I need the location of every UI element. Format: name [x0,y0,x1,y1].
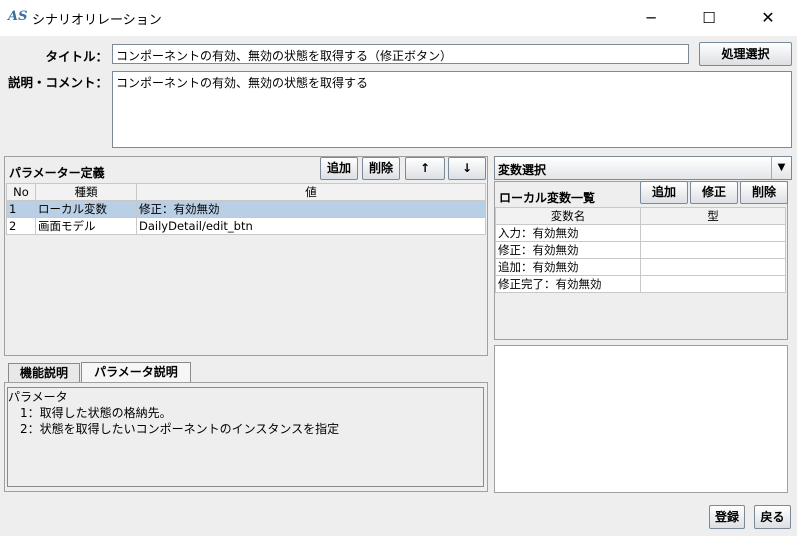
local-variables-table: 変数名 型 入力：有効無効 修正：有効無効 追加：有効無効 修正完了：有効無効 [495,207,786,293]
as-logo-icon: AS [8,9,28,24]
table-row[interactable]: 1 ローカル変数 修正：有効無効 [6,200,486,218]
table-row[interactable]: 2 画面モデル DailyDetail/edit_btn [6,217,486,235]
table-row[interactable]: 追加：有効無効 [495,258,786,276]
cell-type [640,258,786,276]
var-edit-button[interactable]: 修正 [690,181,738,204]
parameter-panel-title: パラメーター定義 [9,166,105,180]
cell-kind: ローカル変数 [35,200,137,218]
cell-no: 2 [6,217,36,235]
cell-type [640,275,786,293]
column-header-value[interactable]: 値 [136,183,486,201]
description-textarea[interactable]: コンポーネントの有効、無効の状態を取得する [112,71,792,148]
back-button[interactable]: 戻る [754,505,791,529]
cell-var-name: 追加：有効無効 [495,258,641,276]
tab-parameter-description[interactable]: パラメータ説明 [81,362,191,383]
cell-var-name: 修正完了：有効無効 [495,275,641,293]
column-header-type[interactable]: 型 [640,207,786,225]
minimize-button[interactable]: ─ [628,0,674,36]
variable-select-combobox[interactable]: 変数選択 ▼ [494,156,792,180]
column-header-no[interactable]: No [6,183,36,201]
table-row[interactable]: 修正：有効無効 [495,241,786,259]
process-select-button[interactable]: 処理選択 [699,42,792,66]
table-row[interactable]: 入力：有効無効 [495,224,786,242]
close-button[interactable]: ✕ [745,0,791,36]
var-delete-button[interactable]: 削除 [740,181,788,204]
parameter-description-text: パラメータ 1：取得した状態の格納先。 2：状態を取得したいコンポーネントのイン… [7,387,484,487]
cell-var-name: 入力：有効無効 [495,224,641,242]
table-row[interactable]: 修正完了：有効無効 [495,275,786,293]
chevron-down-icon[interactable]: ▼ [771,157,791,179]
cell-type [640,224,786,242]
param-add-button[interactable]: 追加 [320,157,358,180]
parameter-table: No 種類 値 1 ローカル変数 修正：有効無効 2 画面モデル DailyDe… [6,183,486,235]
description-line: パラメータ [8,390,68,404]
local-variables-title: ローカル変数一覧 [499,191,596,205]
variable-detail-area[interactable] [494,345,788,493]
description-label: 説明・コメント： [7,75,108,90]
cell-no: 1 [6,200,36,218]
param-move-down-button[interactable]: ↓ [448,157,486,180]
arrow-down-icon: ↓ [461,161,473,175]
cell-value: DailyDetail/edit_btn [136,217,486,235]
register-button[interactable]: 登録 [709,505,745,529]
description-line: 1：取得した状態の格納先。 [8,406,172,420]
param-delete-button[interactable]: 削除 [362,157,400,180]
title-field[interactable]: コンポーネントの有効、無効の状態を取得する（修正ボタン） [112,44,689,64]
window-titlebar: AS シナリオリレーション ─ ☐ ✕ [0,0,797,36]
arrow-up-icon: ↑ [419,161,431,175]
maximize-button[interactable]: ☐ [686,0,732,36]
param-move-up-button[interactable]: ↑ [405,157,445,180]
title-label: タイトル： [45,49,108,64]
cell-kind: 画面モデル [35,217,137,235]
variable-select-value: 変数選択 [498,163,547,177]
window-title: シナリオリレーション [32,13,162,28]
cell-value: 修正：有効無効 [136,200,486,218]
column-header-var-name[interactable]: 変数名 [495,207,641,225]
var-add-button[interactable]: 追加 [640,181,688,204]
cell-type [640,241,786,259]
description-line: 2：状態を取得したいコンポーネントのインスタンスを指定 [8,422,340,436]
tab-function-description[interactable]: 機能説明 [8,363,80,383]
column-header-kind[interactable]: 種類 [35,183,137,201]
cell-var-name: 修正：有効無効 [495,241,641,259]
